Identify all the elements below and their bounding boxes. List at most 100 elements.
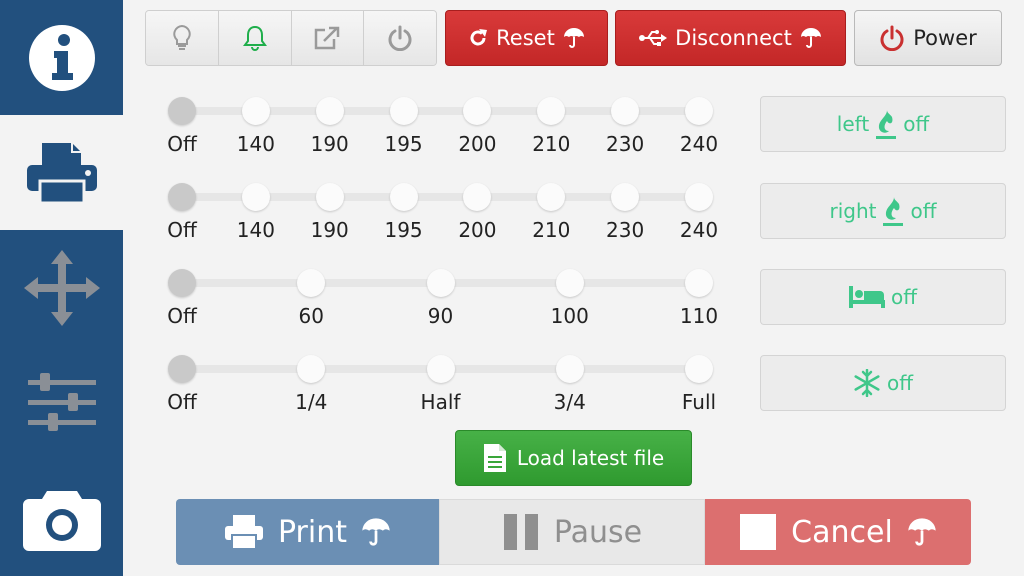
lightbulb-icon [173,25,191,50]
open-external-button[interactable] [291,11,365,65]
load-latest-file-button[interactable]: Load latest file [455,430,692,486]
slider-knob[interactable] [241,97,270,125]
slider-tick-label: 1/4 [295,390,328,414]
bed-toggle[interactable]: off [760,269,1006,325]
slider-knob[interactable] [611,183,640,211]
usb-icon [639,30,668,46]
slider-tick-label: 90 [427,304,454,328]
left-toggle-state: off [903,112,930,136]
slider-knob[interactable] [685,97,713,125]
slider-knob[interactable] [685,183,713,211]
slider-tick-label: 230 [606,132,645,156]
slider-knob[interactable] [168,269,196,297]
slider-knob[interactable] [555,355,584,383]
disconnect-label: Disconnect [675,26,792,50]
slider-tick-label: 240 [679,132,719,156]
slider-tick-label: 3/4 [553,390,586,414]
slider-knob[interactable] [537,183,566,211]
fan-toggle[interactable]: off [760,355,1006,411]
slider-knob[interactable] [297,269,326,297]
slider-tick-label: Off [167,218,197,242]
slider-tick-label: 240 [679,218,719,242]
slider-knob[interactable] [168,97,196,125]
bed-temp-slider[interactable]: Off 60 90 100 110 [167,258,718,328]
slider-knob[interactable] [389,183,418,211]
snowflake-icon [854,369,880,397]
bed-toggle-state: off [890,285,917,309]
slider-tick-label: 200 [458,132,497,156]
power-button[interactable]: Power [854,10,1002,66]
sidebar-item-camera[interactable] [0,461,123,576]
file-icon [483,444,506,472]
print-button[interactable]: Print [176,499,439,565]
fan-speed-slider[interactable]: Off 1/4 Half 3/4 Full [167,344,716,414]
slider-tick-label: 200 [458,218,497,242]
bell-icon [242,25,267,51]
reset-label: Reset [496,26,555,50]
slider-tick-label: 190 [310,218,349,242]
slider-knob[interactable] [389,97,418,125]
slider-knob[interactable] [463,183,492,211]
reload-icon [470,29,488,46]
sidebar-item-controls[interactable] [0,345,123,460]
system-power-button[interactable] [364,11,436,65]
sidebar-item-printer[interactable] [0,115,123,230]
slider-knob[interactable] [611,97,640,125]
umbrella-icon [362,518,390,546]
slider-tick-label: 210 [532,132,571,156]
disconnect-button[interactable]: Disconnect [615,10,846,66]
right-extruder-toggle[interactable]: right off [760,183,1006,239]
right-toggle-state: off [910,199,937,223]
right-toggle-prefix: right [829,199,877,223]
umbrella-icon [800,28,821,48]
sidebar-item-move[interactable] [0,230,123,345]
cancel-button[interactable]: Cancel [705,499,971,565]
flame-icon [883,197,904,226]
slider-tick-label: 195 [384,218,423,242]
slider-knob[interactable] [537,97,566,125]
sidebar-item-info[interactable] [0,0,123,115]
slider-tick-label: 210 [532,218,571,242]
fan-toggle-state: off [886,371,913,395]
slider-knob[interactable] [297,355,326,383]
toolbar-icon-group [145,10,437,66]
bed-icon [848,286,885,308]
slider-knob[interactable] [426,269,455,297]
pause-icon [503,514,538,550]
slider-tick-label: 195 [384,132,423,156]
pause-button[interactable]: Pause [439,499,705,565]
slider-knob[interactable] [463,97,492,125]
move-icon [23,249,100,326]
slider-knob[interactable] [315,183,344,211]
left-extruder-temp-slider[interactable]: Off 140 190 195 200 210 230 240 [167,86,718,156]
reset-button[interactable]: Reset [445,10,608,66]
slider-tick-label: 190 [310,132,349,156]
power-icon [880,25,904,51]
slider-knob[interactable] [315,97,344,125]
slider-tick-label: Off [167,304,197,328]
slider-knob[interactable] [685,269,713,297]
stop-icon [740,514,777,550]
slider-knob[interactable] [555,269,584,297]
cancel-label: Cancel [791,514,893,550]
flame-icon [876,110,897,139]
pause-label: Pause [553,514,643,550]
slider-tick-label: 140 [236,218,275,242]
slider-knob[interactable] [426,355,455,383]
slider-knob[interactable] [168,355,196,383]
slider-tick-label: Off [167,132,197,156]
slider-knob[interactable] [241,183,270,211]
notifications-button[interactable] [218,11,292,65]
light-toggle-button[interactable] [146,11,219,65]
power-label: Power [913,26,977,50]
left-toggle-prefix: left [836,112,870,136]
camera-icon [22,490,101,551]
left-extruder-toggle[interactable]: left off [760,96,1006,152]
slider-tick-label: 60 [298,304,324,328]
slider-knob[interactable] [168,183,196,211]
external-link-icon [315,26,340,50]
right-extruder-temp-slider[interactable]: Off 140 190 195 200 210 230 240 [167,172,718,242]
slider-knob[interactable] [685,355,713,383]
slider-tick-label: 100 [550,304,589,328]
slider-tick-label: 140 [236,132,275,156]
